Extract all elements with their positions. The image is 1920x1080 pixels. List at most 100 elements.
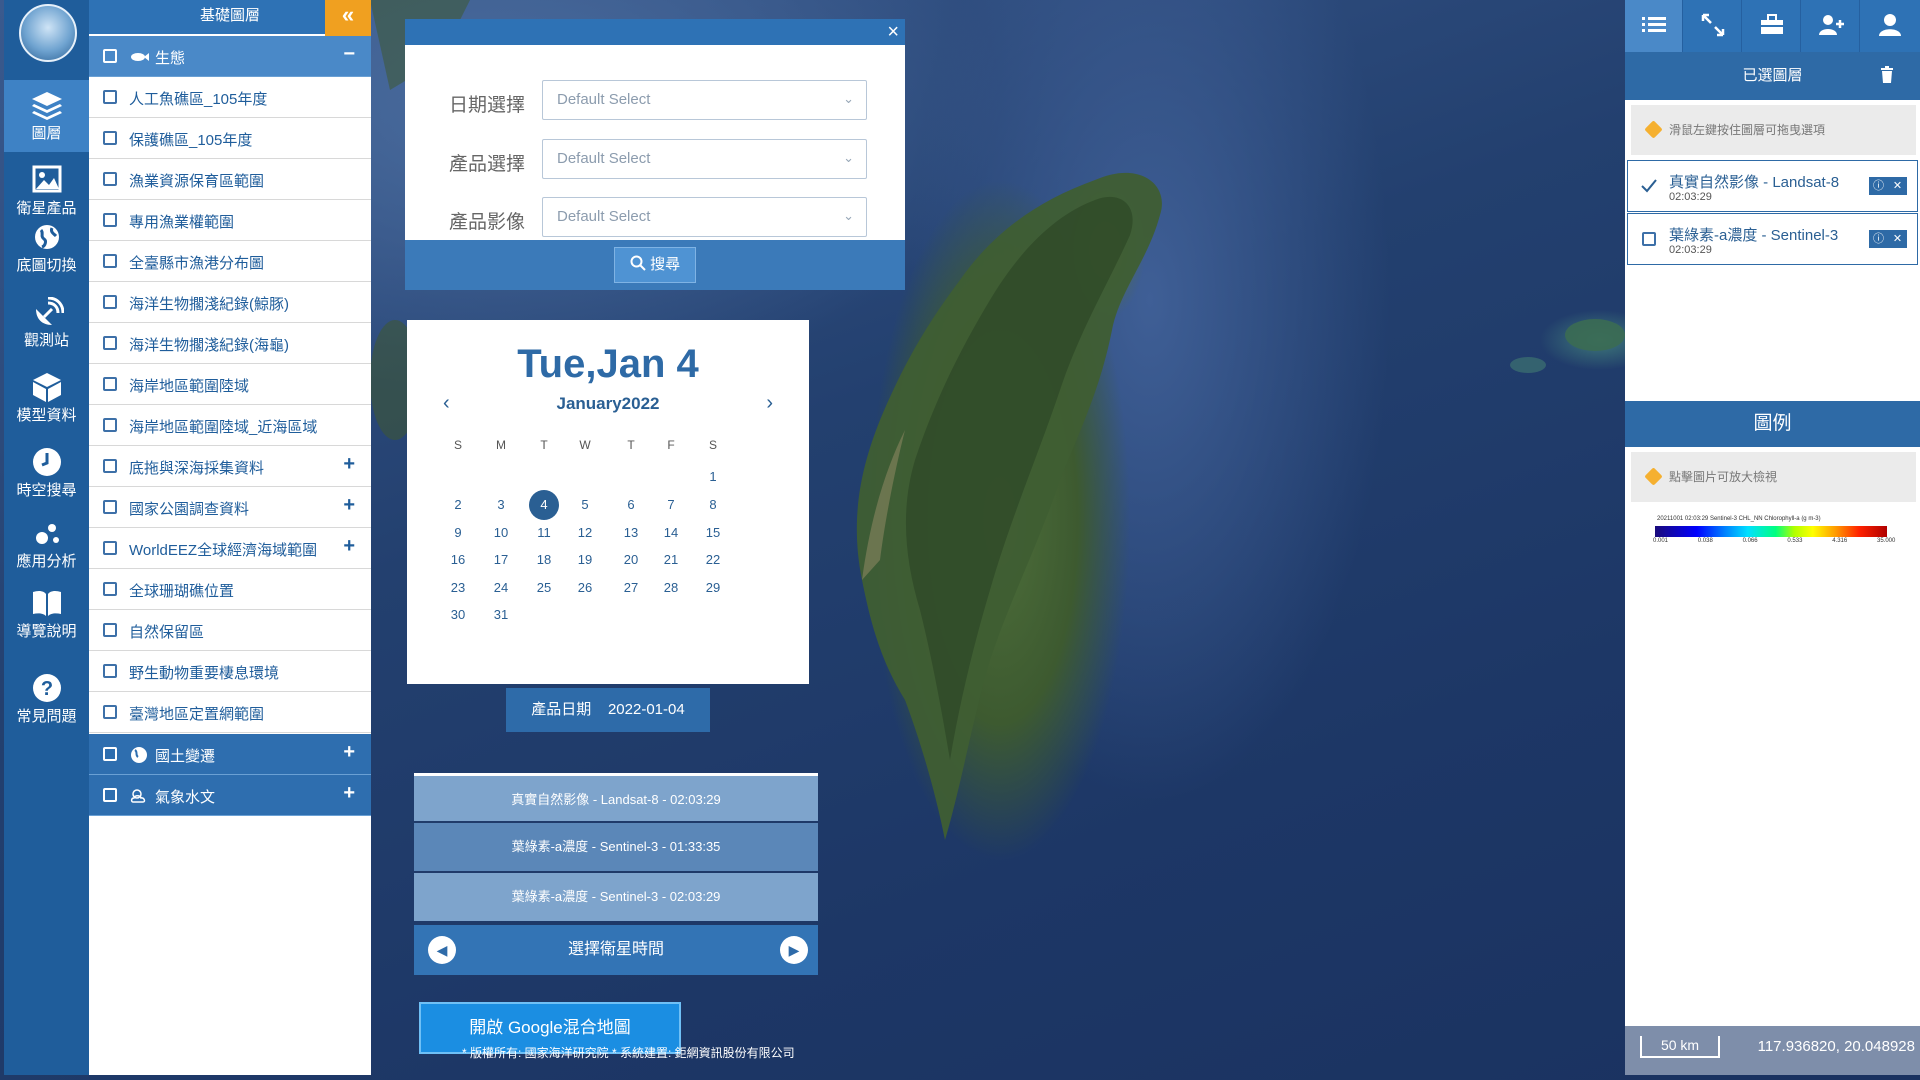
trash-icon[interactable]: [1880, 66, 1894, 84]
checkmark-icon[interactable]: [1640, 177, 1658, 195]
selected-layer-item[interactable]: 葉綠素-a濃度 - Sentinel-3 02:03:29 ⓘ ✕: [1627, 213, 1918, 265]
calendar-day[interactable]: 5: [570, 490, 600, 520]
layer-checkbox[interactable]: [103, 582, 117, 596]
calendar-day[interactable]: 15: [698, 518, 728, 548]
layer-item[interactable]: 全臺縣市漁港分布圖: [89, 241, 371, 282]
calendar-day[interactable]: 8: [698, 490, 728, 520]
category-weather-hydrology[interactable]: 氣象水文 +: [89, 775, 371, 816]
fullscreen-button[interactable]: [1684, 0, 1742, 52]
calendar-day[interactable]: 2: [443, 490, 473, 520]
user-button[interactable]: [1861, 0, 1919, 52]
product-select[interactable]: Default Select ⌄: [542, 139, 867, 179]
remove-icon[interactable]: ✕: [1888, 177, 1907, 195]
layer-item[interactable]: 國家公園調查資料 +: [89, 487, 371, 528]
expand-toggle[interactable]: +: [343, 453, 355, 476]
collapse-toggle[interactable]: −: [343, 43, 355, 66]
close-icon[interactable]: ×: [887, 19, 899, 45]
nav-item-spatiotemporal-search[interactable]: 時空搜尋: [4, 437, 89, 509]
layer-checkbox[interactable]: [103, 500, 117, 514]
layer-item[interactable]: 海岸地區範圍陸域_近海區域: [89, 405, 371, 446]
calendar-day[interactable]: 31: [486, 600, 516, 630]
info-icon[interactable]: ⓘ: [1869, 177, 1888, 195]
selected-layer-item[interactable]: 真實自然影像 - Landsat-8 02:03:29 ⓘ ✕: [1627, 160, 1918, 212]
layer-checkbox[interactable]: [103, 623, 117, 637]
layer-checkbox[interactable]: [103, 664, 117, 678]
calendar-day[interactable]: 6: [616, 490, 646, 520]
layer-checkbox[interactable]: [103, 541, 117, 555]
layer-checkbox[interactable]: [103, 131, 117, 145]
expand-toggle[interactable]: +: [343, 535, 355, 558]
layer-checkbox[interactable]: [103, 172, 117, 186]
layer-checkbox[interactable]: [103, 213, 117, 227]
collapse-panel-button[interactable]: «: [325, 0, 371, 36]
expand-toggle[interactable]: +: [343, 741, 355, 764]
chevron-right-icon[interactable]: ›: [766, 392, 773, 415]
calendar-day[interactable]: 16: [443, 545, 473, 575]
calendar-day[interactable]: 28: [656, 573, 686, 603]
layer-checkbox[interactable]: [103, 377, 117, 391]
layer-item[interactable]: 自然保留區: [89, 610, 371, 651]
expand-toggle[interactable]: +: [343, 494, 355, 517]
layer-item[interactable]: 人工魚礁區_105年度: [89, 77, 371, 118]
layer-item[interactable]: 海岸地區範圍陸域: [89, 364, 371, 405]
nav-item-guide[interactable]: 導覽說明: [4, 578, 89, 650]
layer-checkbox[interactable]: [103, 747, 117, 761]
layer-checkbox[interactable]: [103, 254, 117, 268]
calendar-day[interactable]: 26: [570, 573, 600, 603]
calendar-day[interactable]: 7: [656, 490, 686, 520]
layer-item[interactable]: 保護礁區_105年度: [89, 118, 371, 159]
calendar-day[interactable]: 4: [529, 490, 559, 520]
image-select[interactable]: Default Select ⌄: [542, 197, 867, 237]
layer-item[interactable]: 底拖與深海採集資料 +: [89, 446, 371, 487]
layer-item[interactable]: WorldEEZ全球經濟海域範圍 +: [89, 528, 371, 569]
layer-item[interactable]: 海洋生物擱淺紀錄(海龜): [89, 323, 371, 364]
layer-checkbox[interactable]: [103, 49, 117, 63]
app-logo[interactable]: [19, 4, 77, 62]
expand-toggle[interactable]: +: [343, 782, 355, 805]
satellite-time-option[interactable]: 葉綠素-a濃度 - Sentinel-3 - 01:33:35: [414, 823, 818, 871]
calendar-day[interactable]: 13: [616, 518, 646, 548]
layer-checkbox[interactable]: [103, 90, 117, 104]
calendar-day[interactable]: 19: [570, 545, 600, 575]
layer-list-button[interactable]: [1625, 0, 1683, 52]
calendar-day[interactable]: 27: [616, 573, 646, 603]
toolbox-button[interactable]: [1743, 0, 1801, 52]
calendar-day[interactable]: 12: [570, 518, 600, 548]
search-button[interactable]: 搜尋: [614, 247, 696, 283]
nav-item-model-data[interactable]: 模型資料: [4, 362, 89, 434]
calendar-day[interactable]: 25: [529, 573, 559, 603]
layer-checkbox[interactable]: [103, 336, 117, 350]
calendar-day[interactable]: 29: [698, 573, 728, 603]
layer-checkbox[interactable]: [103, 459, 117, 473]
layer-item[interactable]: 專用漁業權範圍: [89, 200, 371, 241]
layer-checkbox[interactable]: [103, 788, 117, 802]
calendar-day[interactable]: 1: [698, 462, 728, 492]
date-select[interactable]: Default Select ⌄: [542, 80, 867, 120]
remove-icon[interactable]: ✕: [1888, 230, 1907, 248]
calendar-day[interactable]: 24: [486, 573, 516, 603]
calendar-day[interactable]: 21: [656, 545, 686, 575]
calendar-day[interactable]: 18: [529, 545, 559, 575]
calendar-day[interactable]: 22: [698, 545, 728, 575]
previous-arrow-icon[interactable]: ◀: [428, 936, 456, 964]
satellite-time-option[interactable]: 葉綠素-a濃度 - Sentinel-3 - 02:03:29: [414, 873, 818, 921]
layer-checkbox[interactable]: [103, 295, 117, 309]
satellite-time-option[interactable]: 真實自然影像 - Landsat-8 - 02:03:29: [414, 773, 818, 821]
calendar-day[interactable]: 17: [486, 545, 516, 575]
next-arrow-icon[interactable]: ▶: [780, 936, 808, 964]
layer-item[interactable]: 海洋生物擱淺紀錄(鯨豚): [89, 282, 371, 323]
calendar-day[interactable]: 20: [616, 545, 646, 575]
calendar-day[interactable]: 9: [443, 518, 473, 548]
nav-item-layers[interactable]: 圖層: [4, 80, 89, 152]
layer-item[interactable]: 漁業資源保育區範圍: [89, 159, 371, 200]
category-ecology[interactable]: 生態 −: [89, 36, 371, 77]
category-land-change[interactable]: 國土變遷 +: [89, 734, 371, 775]
calendar-day[interactable]: 3: [486, 490, 516, 520]
layer-checkbox[interactable]: [103, 705, 117, 719]
layer-checkbox[interactable]: [103, 418, 117, 432]
nav-item-stations[interactable]: 觀測站: [4, 287, 89, 359]
calendar-day[interactable]: 23: [443, 573, 473, 603]
nav-item-faq[interactable]: ? 常見問題: [4, 673, 89, 745]
layer-checkbox[interactable]: [1642, 232, 1656, 246]
layer-item[interactable]: 野生動物重要棲息環境: [89, 651, 371, 692]
